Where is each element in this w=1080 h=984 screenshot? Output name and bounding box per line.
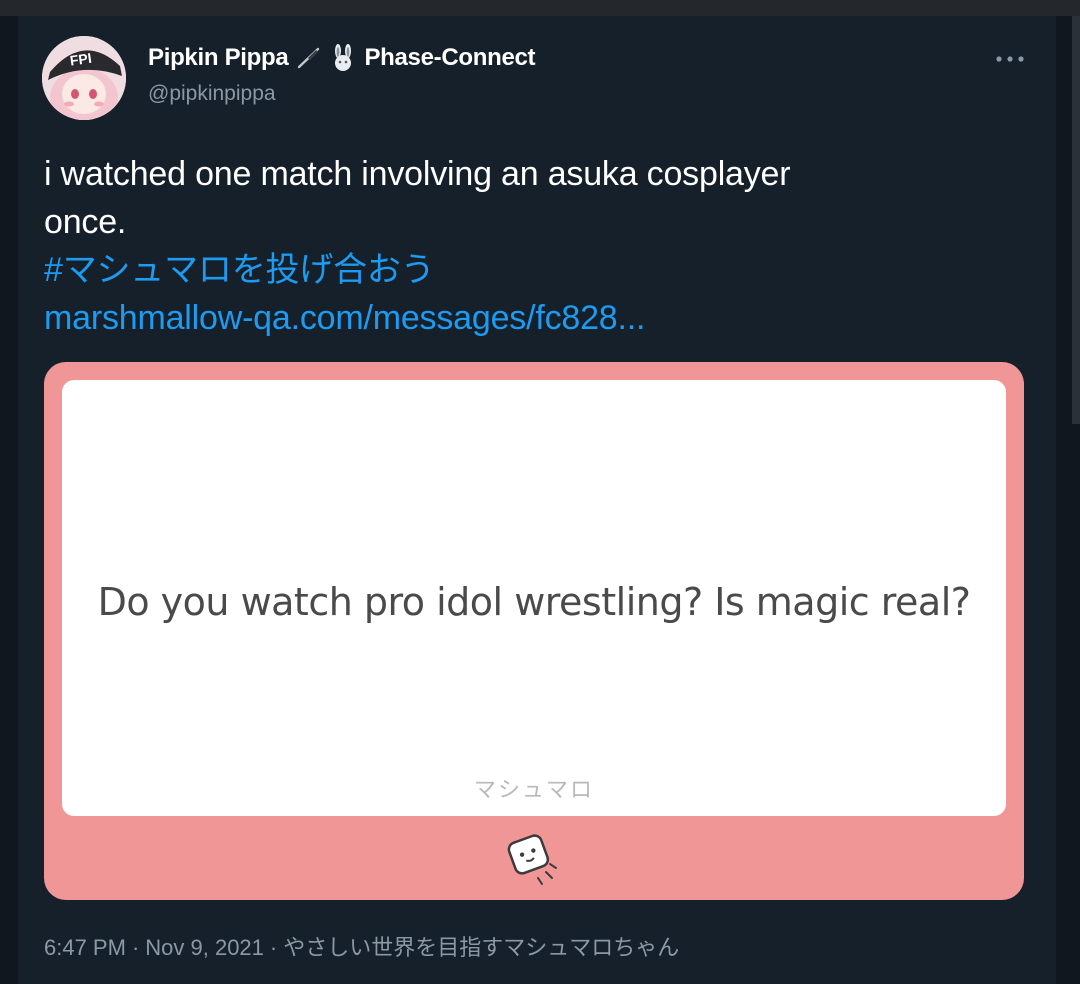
tweet-time[interactable]: 6:47 PM bbox=[44, 935, 126, 960]
author-name-row[interactable]: Pipkin Pippa Phase-Connect bbox=[148, 44, 536, 72]
window-top-strip bbox=[0, 0, 1080, 16]
tweet-meta: 6:47 PM · Nov 9, 2021 · やさしい世界を目指すマシュマロちゃん bbox=[44, 930, 679, 962]
question-panel: Do you watch pro idol wrestling? Is magi… bbox=[62, 380, 1006, 816]
hashtag-link[interactable]: #マシュマロを投げ合おう bbox=[44, 246, 1004, 294]
feather-icon bbox=[296, 46, 322, 70]
card-brand-label: マシュマロ bbox=[473, 777, 594, 802]
question-text: Do you watch pro idol wrestling? Is magi… bbox=[97, 580, 971, 624]
author-display-name[interactable]: Pipkin Pippa bbox=[148, 44, 289, 72]
meta-separator: · bbox=[269, 935, 278, 960]
tweet-source[interactable]: やさしい世界を目指すマシュマロちゃん bbox=[283, 935, 679, 960]
tweet-date[interactable]: Nov 9, 2021 bbox=[145, 935, 264, 960]
svg-text:FPI: FPI bbox=[69, 50, 93, 69]
author-handle[interactable]: @pipkinpippa bbox=[148, 82, 276, 106]
marshmallow-mascot-icon bbox=[502, 828, 566, 892]
bunny-icon bbox=[330, 44, 356, 72]
link-preview-card[interactable]: Do you watch pro idol wrestling? Is magi… bbox=[44, 362, 1024, 900]
scrollbar-thumb[interactable] bbox=[1072, 16, 1080, 424]
external-link[interactable]: marshmallow-qa.com/messages/fc828... bbox=[44, 294, 1004, 342]
author-affiliation: Phase-Connect bbox=[364, 44, 536, 71]
more-horizontal-icon bbox=[995, 50, 1025, 68]
tweet-body: i watched one match involving an asuka c… bbox=[44, 150, 1004, 342]
tweet-text-line-1: i watched one match involving an asuka c… bbox=[44, 155, 791, 193]
left-gutter bbox=[0, 16, 18, 984]
tweet-text-line-2: once. bbox=[44, 203, 127, 241]
meta-separator: · bbox=[131, 935, 140, 960]
more-options-button[interactable] bbox=[990, 44, 1030, 74]
avatar[interactable]: FPI bbox=[42, 36, 126, 120]
